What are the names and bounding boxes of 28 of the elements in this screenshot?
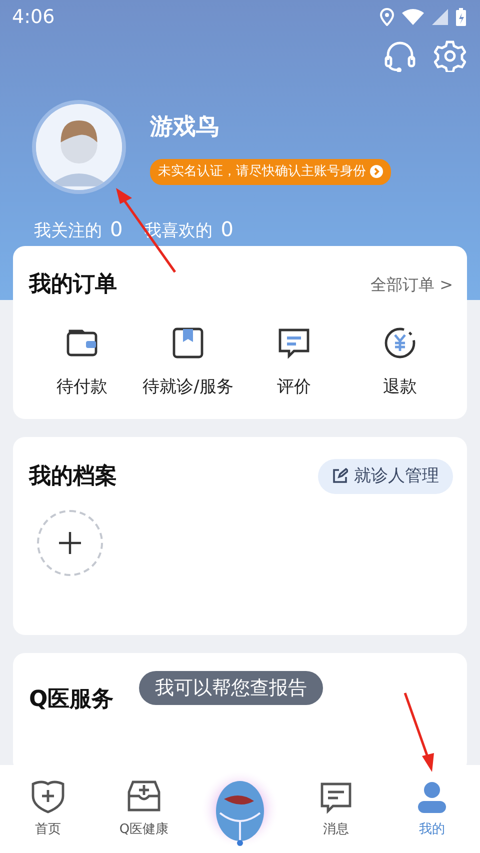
location-icon — [380, 8, 394, 26]
bookmark-icon — [170, 325, 206, 361]
tab[interactable]: 消息 — [288, 778, 384, 840]
wifi-icon — [402, 9, 424, 25]
settings-icon[interactable] — [434, 40, 466, 72]
refund-icon — [382, 325, 418, 361]
order-status-item[interactable]: 待付款 — [29, 325, 135, 400]
assistant-tooltip: 我可以帮您查报告 — [139, 670, 323, 705]
order-status-item[interactable]: 评价 — [241, 325, 347, 400]
chevron-icon — [370, 165, 383, 178]
section-title: 我的档案 — [29, 462, 117, 491]
patient-management-button[interactable]: 就诊人管理 — [318, 458, 453, 494]
headset-icon[interactable] — [384, 40, 416, 72]
battery-icon — [456, 8, 466, 26]
edit-icon — [332, 468, 348, 484]
order-status-item[interactable]: 退款 — [347, 325, 453, 400]
section-title: Q医服务 — [29, 686, 114, 714]
add-record-button[interactable] — [37, 510, 103, 576]
section-title: 我的订单 — [29, 271, 117, 299]
status-time: 4:06 — [12, 4, 55, 30]
signal-icon — [432, 9, 448, 25]
user-name: 游戏鸟 — [150, 112, 220, 142]
plus-icon — [58, 531, 82, 555]
tab[interactable]: Q医健康 — [96, 778, 192, 840]
order-status-item[interactable]: 待就诊/服务 — [135, 325, 241, 400]
tab[interactable]: 首页 — [0, 778, 96, 840]
all-orders-link[interactable]: 全部订单 > — [370, 272, 453, 296]
tab[interactable]: 我的 — [384, 778, 480, 840]
